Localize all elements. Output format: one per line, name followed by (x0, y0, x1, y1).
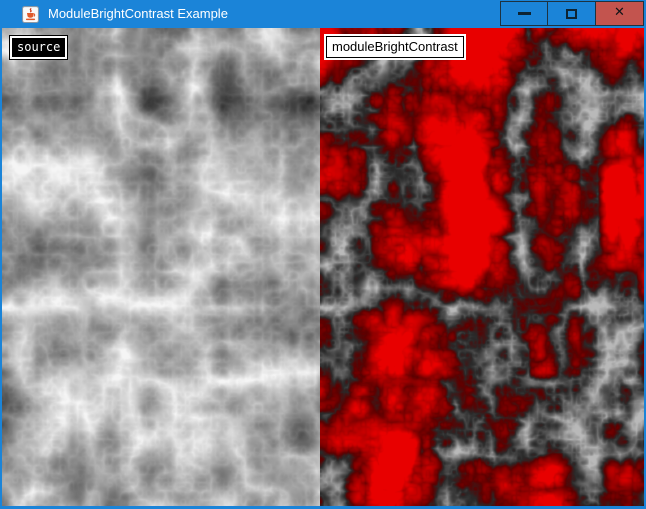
window-controls: ✕ (500, 1, 644, 26)
maximize-icon (566, 9, 577, 19)
source-panel: source (2, 28, 320, 506)
result-panel: moduleBrightContrast (320, 28, 644, 506)
close-icon: ✕ (614, 6, 625, 19)
window-title: ModuleBrightContrast Example (48, 0, 228, 28)
source-image-label: source (10, 36, 67, 59)
window-content: source moduleBrightContrast (0, 28, 646, 506)
titlebar[interactable]: ModuleBrightContrast Example ✕ (0, 0, 646, 28)
maximize-button[interactable] (548, 1, 596, 26)
app-window: ModuleBrightContrast Example ✕ source mo… (0, 0, 646, 509)
minimize-icon (518, 12, 531, 15)
modulebrightcontrast-image-canvas (320, 28, 644, 506)
minimize-button[interactable] (500, 1, 548, 26)
java-cup-graphic (22, 6, 39, 23)
source-image-canvas (2, 28, 320, 506)
result-image-label: moduleBrightContrast (326, 36, 464, 58)
java-app-icon (22, 6, 39, 23)
close-button[interactable]: ✕ (596, 1, 644, 26)
